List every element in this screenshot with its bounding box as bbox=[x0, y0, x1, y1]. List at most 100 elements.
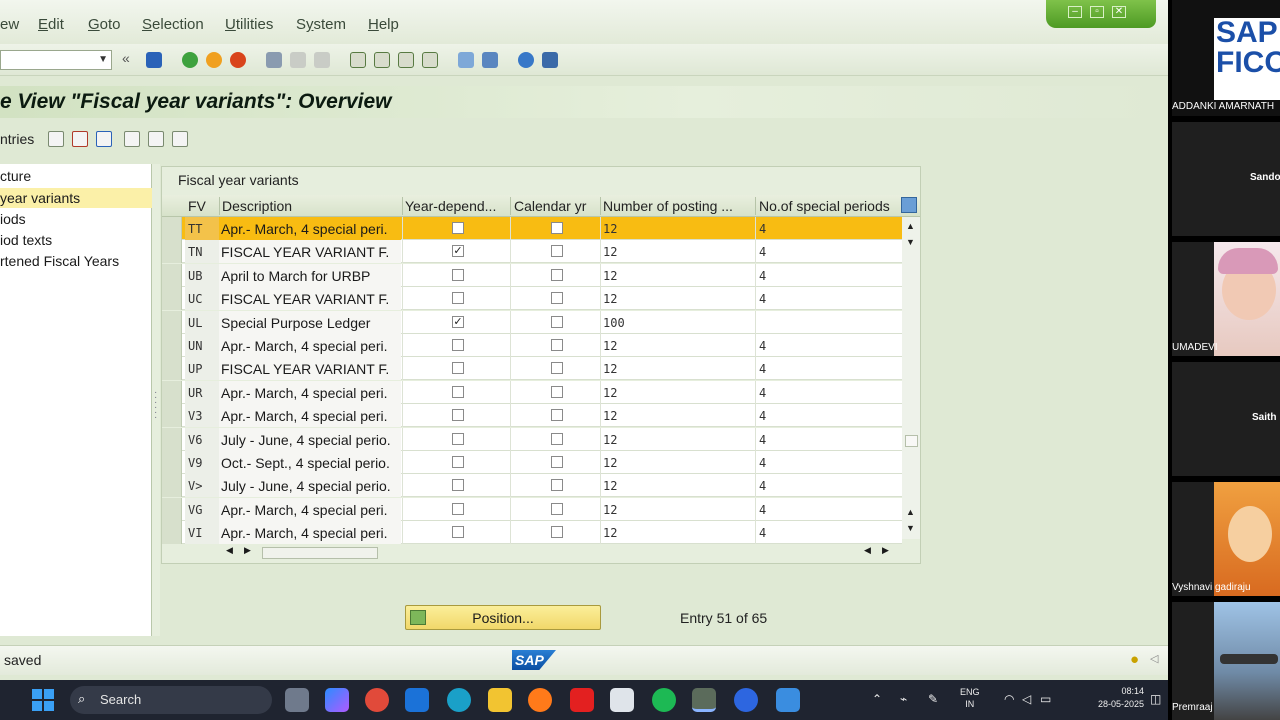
nav-item-shortened-fiscal-years[interactable]: rtened Fiscal Years bbox=[0, 251, 152, 271]
table-row[interactable]: TT Apr.- March, 4 special peri. 12 4 bbox=[162, 217, 902, 240]
checkbox-calendar-yr[interactable] bbox=[551, 245, 563, 257]
cell-posting-periods[interactable]: 12 bbox=[603, 334, 617, 357]
task-view-icon[interactable] bbox=[285, 688, 309, 712]
cell-special-periods[interactable]: 4 bbox=[759, 334, 766, 357]
cell-fv[interactable]: UB bbox=[185, 264, 219, 287]
row-selector[interactable] bbox=[162, 334, 182, 357]
checkbox-year-dependent[interactable] bbox=[452, 456, 464, 468]
cell-fv[interactable]: VG bbox=[185, 498, 219, 521]
cell-special-periods[interactable]: 4 bbox=[759, 217, 766, 240]
chevron-down-icon[interactable]: ▼ bbox=[98, 54, 108, 65]
scroll-left-end-icon[interactable]: ◀ bbox=[864, 545, 871, 556]
cell-fv[interactable]: UN bbox=[185, 334, 219, 357]
cell-special-periods[interactable]: 4 bbox=[759, 428, 766, 451]
participant-tile[interactable]: Premraaj bbox=[1172, 602, 1280, 720]
row-selector[interactable] bbox=[162, 428, 182, 451]
save-icon[interactable] bbox=[146, 52, 162, 68]
checkbox-year-dependent[interactable] bbox=[452, 503, 464, 515]
cell-description[interactable]: Apr.- March, 4 special peri. bbox=[219, 334, 401, 357]
volume-icon[interactable]: ◁ bbox=[1022, 692, 1031, 706]
table-row[interactable]: V6 July - June, 4 special perio. 12 4 bbox=[162, 428, 902, 451]
checkbox-calendar-yr[interactable] bbox=[551, 503, 563, 515]
row-selector[interactable] bbox=[162, 217, 182, 240]
page-up-icon[interactable]: ▲ bbox=[906, 507, 915, 517]
position-button[interactable]: Position... bbox=[405, 605, 601, 630]
nav-item-period-texts[interactable]: iod texts bbox=[0, 230, 152, 250]
participant-tile[interactable]: Sando bbox=[1172, 122, 1280, 236]
cell-description[interactable]: FISCAL YEAR VARIANT F. bbox=[219, 357, 401, 380]
cell-fv[interactable]: V3 bbox=[185, 404, 219, 427]
row-selector[interactable] bbox=[162, 451, 182, 474]
shortcut-icon[interactable] bbox=[482, 52, 498, 68]
horizontal-scroll-thumb[interactable] bbox=[262, 547, 378, 559]
checkbox-year-dependent[interactable] bbox=[452, 409, 464, 421]
nav-item-periods[interactable]: iods bbox=[0, 209, 152, 229]
scroll-right-end-icon[interactable]: ▶ bbox=[882, 545, 889, 556]
row-selector[interactable] bbox=[162, 287, 182, 310]
table-row[interactable]: TN FISCAL YEAR VARIANT F. ✓ 12 4 bbox=[162, 240, 902, 263]
cell-special-periods[interactable]: 4 bbox=[759, 498, 766, 521]
participant-tile[interactable]: UMADEVI bbox=[1172, 242, 1280, 356]
chevron-up-icon[interactable]: ⌃ bbox=[872, 692, 882, 706]
select-block-icon[interactable] bbox=[148, 131, 164, 147]
undo-icon[interactable] bbox=[96, 131, 112, 147]
cell-fv[interactable]: TT bbox=[185, 217, 219, 240]
cell-fv[interactable]: UP bbox=[185, 357, 219, 380]
cell-description[interactable]: Special Purpose Ledger bbox=[219, 311, 401, 334]
status-expand-icon[interactable]: ◁ bbox=[1150, 652, 1158, 665]
cell-fv[interactable]: UC bbox=[185, 287, 219, 310]
notification-icon[interactable]: ◫ bbox=[1150, 692, 1161, 706]
table-row[interactable]: UL Special Purpose Ledger ✓ 100 bbox=[162, 311, 902, 334]
cell-description[interactable]: Apr.- March, 4 special peri. bbox=[219, 381, 401, 404]
store-icon[interactable] bbox=[610, 688, 634, 712]
row-selector[interactable] bbox=[162, 311, 182, 334]
copilot-icon[interactable] bbox=[325, 688, 349, 712]
command-field[interactable]: ▼ bbox=[0, 50, 112, 70]
wifi-icon[interactable]: ◠ bbox=[1004, 692, 1014, 706]
table-settings-icon[interactable] bbox=[901, 197, 917, 213]
exit-icon[interactable] bbox=[206, 52, 222, 68]
youtube-icon[interactable] bbox=[570, 688, 594, 712]
spotify-icon[interactable] bbox=[652, 688, 676, 712]
battery-icon[interactable]: ▭ bbox=[1040, 692, 1051, 706]
column-header-year-dependent[interactable]: Year-depend... bbox=[405, 198, 509, 214]
cell-posting-periods[interactable]: 12 bbox=[603, 381, 617, 404]
checkbox-calendar-yr[interactable] bbox=[551, 316, 563, 328]
row-selector[interactable] bbox=[162, 357, 182, 380]
cell-posting-periods[interactable]: 12 bbox=[603, 521, 617, 544]
menu-view[interactable]: ew bbox=[0, 16, 19, 33]
cell-fv[interactable]: VI bbox=[185, 521, 219, 544]
maximize-icon[interactable]: ▫ bbox=[1090, 6, 1104, 18]
first-page-icon[interactable] bbox=[350, 52, 366, 68]
cell-posting-periods[interactable]: 12 bbox=[603, 498, 617, 521]
checkbox-year-dependent[interactable] bbox=[452, 269, 464, 281]
cell-special-periods[interactable]: 4 bbox=[759, 521, 766, 544]
checkbox-calendar-yr[interactable] bbox=[551, 362, 563, 374]
checkbox-year-dependent[interactable] bbox=[452, 362, 464, 374]
windows-start-icon[interactable] bbox=[32, 689, 54, 711]
table-row[interactable]: UC FISCAL YEAR VARIANT F. 12 4 bbox=[162, 287, 902, 310]
copy-icon[interactable] bbox=[48, 131, 64, 147]
deselect-all-icon[interactable] bbox=[172, 131, 188, 147]
cell-description[interactable]: FISCAL YEAR VARIANT F. bbox=[219, 287, 401, 310]
cell-fv[interactable]: V> bbox=[185, 474, 219, 497]
cell-description[interactable]: Apr.- March, 4 special peri. bbox=[219, 521, 401, 544]
participant-tile[interactable]: SAP FICO ADDANKI AMARNATH bbox=[1172, 0, 1280, 116]
find-icon[interactable] bbox=[290, 52, 306, 68]
cell-special-periods[interactable]: 4 bbox=[759, 381, 766, 404]
table-row[interactable]: UR Apr.- March, 4 special peri. 12 4 bbox=[162, 381, 902, 404]
horizontal-scrollbar[interactable]: ◀ ▶ ◀ ▶ bbox=[222, 545, 902, 559]
checkbox-year-dependent[interactable] bbox=[452, 292, 464, 304]
chrome-icon[interactable] bbox=[365, 688, 389, 712]
menu-system[interactable]: System bbox=[296, 16, 346, 33]
network-icon[interactable]: ⌁ bbox=[900, 692, 907, 706]
last-page-icon[interactable] bbox=[422, 52, 438, 68]
cell-special-periods[interactable]: 4 bbox=[759, 264, 766, 287]
cell-description[interactable]: Apr.- March, 4 special peri. bbox=[219, 404, 401, 427]
table-row[interactable]: UP FISCAL YEAR VARIANT F. 12 4 bbox=[162, 357, 902, 380]
minimize-icon[interactable]: – bbox=[1068, 6, 1082, 18]
checkbox-year-dependent[interactable] bbox=[452, 526, 464, 538]
next-page-icon[interactable] bbox=[398, 52, 414, 68]
delete-icon[interactable] bbox=[72, 131, 88, 147]
checkbox-calendar-yr[interactable] bbox=[551, 222, 563, 234]
